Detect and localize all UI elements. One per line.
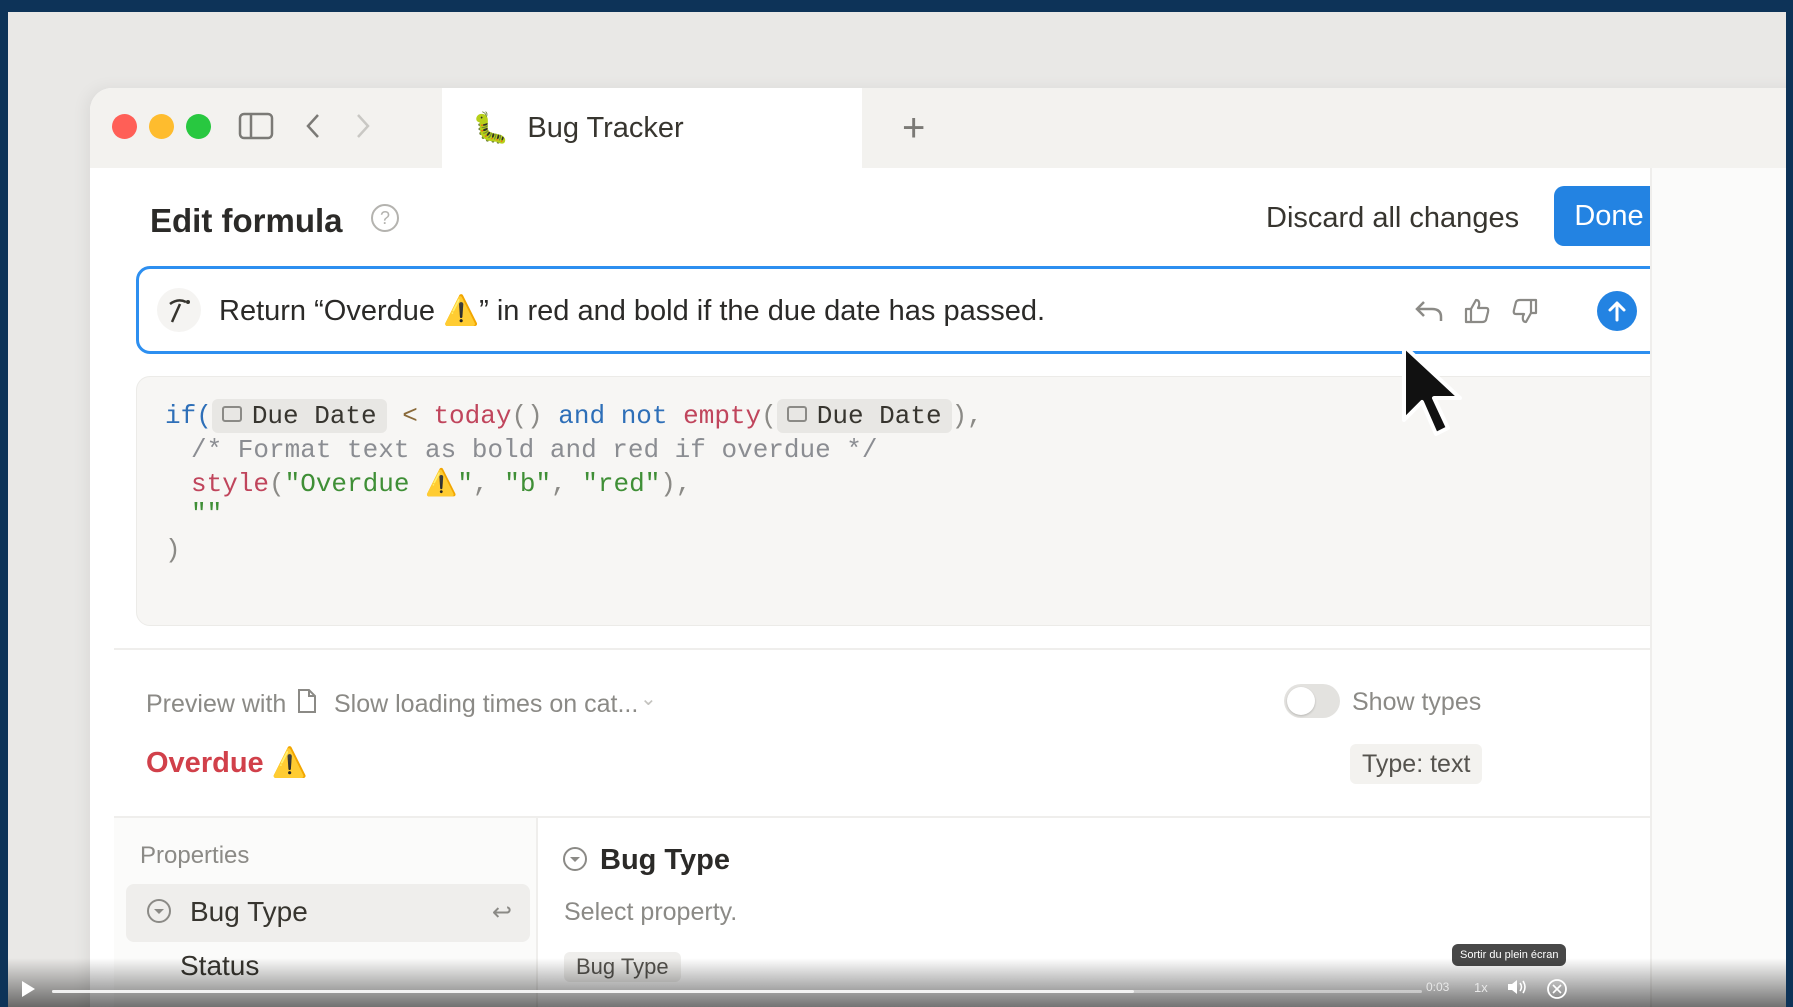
code-line-1: if(Due Date < today() and not empty(Due …	[165, 399, 983, 433]
close-window-button[interactable]	[112, 114, 137, 139]
video-progress	[52, 990, 1135, 993]
playback-speed-button[interactable]: 1x	[1474, 980, 1488, 995]
due-date-property-chip: Due Date	[776, 399, 952, 433]
calendar-icon	[786, 406, 807, 423]
video-time: 0:03	[1426, 980, 1450, 994]
app-window: 🐛 Bug Tracker + Edit formula ? Discard a…	[90, 88, 1786, 1007]
help-icon[interactable]: ?	[371, 204, 399, 232]
minimize-window-button[interactable]	[149, 114, 174, 139]
thumbs-up-icon[interactable]	[1457, 291, 1497, 331]
return-icon: ↩	[492, 899, 513, 926]
select-property-icon	[562, 846, 588, 877]
thumbs-down-icon[interactable]	[1505, 291, 1545, 331]
title-bar: 🐛 Bug Tracker +	[90, 88, 1786, 168]
divider	[114, 648, 1654, 650]
tab-bug-tracker[interactable]: 🐛 Bug Tracker	[442, 88, 862, 168]
volume-icon[interactable]	[1506, 978, 1528, 1001]
screen-capture: 🐛 Bug Tracker + Edit formula ? Discard a…	[8, 12, 1786, 1007]
undo-icon[interactable]	[1409, 291, 1449, 331]
code-line-2: /* Format text as bold and red if overdu…	[191, 435, 878, 465]
background-page-strip	[1650, 168, 1786, 1007]
preview-label: Preview with	[146, 690, 287, 718]
caterpillar-icon: 🐛	[472, 111, 510, 145]
code-line-4: ""	[191, 499, 223, 529]
chevron-down-icon[interactable]: ⌄	[640, 686, 657, 711]
back-arrow-icon[interactable]	[298, 106, 328, 146]
play-icon[interactable]	[20, 980, 36, 1003]
show-types-toggle[interactable]	[1284, 684, 1340, 718]
show-types-label: Show types	[1352, 688, 1482, 716]
video-controls: 0:03 1x	[8, 958, 1786, 1007]
sidebar-toggle-icon[interactable]	[236, 106, 276, 146]
page-icon	[296, 688, 318, 719]
ai-sparkle-icon	[157, 288, 201, 332]
new-tab-plus-icon[interactable]: +	[902, 106, 925, 151]
editor-title: Edit formula	[150, 202, 343, 239]
ai-prompt-box[interactable]: Return “Overdue ⚠️” in red and bold if t…	[136, 266, 1664, 354]
code-line-3: style("Overdue ⚠️", "b", "red"),	[191, 469, 692, 499]
type-badge: Type: text	[1350, 744, 1483, 784]
prompt-text: Return “Overdue ⚠️” in red and bold if t…	[219, 295, 1046, 327]
discard-changes-button[interactable]: Discard all changes	[1266, 202, 1519, 235]
calendar-icon	[221, 406, 242, 423]
code-line-5: )	[165, 535, 181, 565]
done-button[interactable]: Done	[1554, 186, 1664, 246]
property-item-bug-type[interactable]: Bug Type ↩	[126, 884, 530, 942]
tab-title: Bug Tracker	[527, 111, 684, 144]
zoom-window-button[interactable]	[186, 114, 211, 139]
forward-arrow-icon[interactable]	[348, 106, 378, 146]
property-detail-subtitle: Select property.	[564, 898, 738, 926]
select-property-icon	[146, 898, 172, 929]
exit-fullscreen-icon[interactable]	[1546, 978, 1568, 1005]
property-detail-title: Bug Type	[600, 844, 730, 876]
due-date-property-chip: Due Date	[211, 399, 387, 433]
properties-heading: Properties	[140, 842, 250, 869]
formula-editor-panel: Edit formula ? Discard all changes Done …	[114, 168, 1664, 1007]
preview-result: Overdue ⚠️	[146, 747, 308, 779]
preview-page-selector[interactable]: Slow loading times on cat...	[334, 690, 638, 719]
submit-arrow-up-icon[interactable]	[1597, 291, 1637, 331]
mouse-cursor-icon	[1398, 342, 1468, 447]
